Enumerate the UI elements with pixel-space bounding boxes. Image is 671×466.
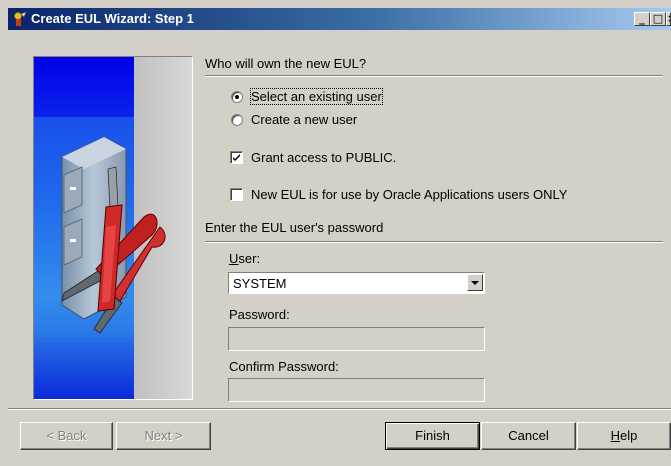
cancel-button[interactable]: Cancel: [481, 422, 576, 450]
oracle-apps-only-checkbox[interactable]: [230, 188, 243, 201]
minimize-button[interactable]: _: [634, 12, 650, 26]
oracle-apps-only-label[interactable]: New EUL is for use by Oracle Application…: [251, 187, 567, 202]
back-button[interactable]: < Back: [20, 422, 113, 450]
user-select[interactable]: SYSTEM: [228, 272, 485, 294]
title-bar[interactable]: Create EUL Wizard: Step 1 _ □ ×: [8, 8, 671, 30]
close-button[interactable]: ×: [666, 12, 671, 26]
grant-public-label[interactable]: Grant access to PUBLIC.: [251, 150, 396, 165]
finish-button[interactable]: Finish: [385, 422, 480, 450]
file-cabinet-tools-illustration: [34, 57, 192, 399]
chevron-down-icon: [471, 281, 479, 285]
check-mark-icon: [233, 154, 240, 161]
password-label: Password:: [229, 307, 290, 322]
password-section-title: Enter the EUL user's password: [205, 220, 384, 235]
owner-section-divider: [205, 75, 663, 77]
button-bar-divider: [8, 408, 671, 410]
create-new-user-radio[interactable]: [231, 114, 243, 126]
radio-selected-dot: [235, 95, 239, 99]
user-select-dropdown-button[interactable]: [467, 274, 483, 291]
wizard-window: Create EUL Wizard: Step 1 _ □ ×: [0, 0, 671, 466]
password-field[interactable]: [228, 327, 485, 351]
confirm-password-label: Confirm Password:: [229, 359, 339, 374]
owner-section-title: Who will own the new EUL?: [205, 56, 367, 71]
wizard-icon: [11, 11, 27, 27]
window-title: Create EUL Wizard: Step 1: [31, 11, 194, 26]
wizard-illustration: [33, 56, 193, 400]
grant-public-checkbox[interactable]: [230, 151, 243, 164]
help-button[interactable]: Help: [577, 422, 671, 450]
select-existing-user-radio[interactable]: [231, 91, 243, 103]
select-existing-user-label[interactable]: Select an existing user: [250, 88, 383, 105]
password-section-divider: [205, 241, 663, 243]
create-new-user-label[interactable]: Create a new user: [251, 112, 357, 127]
user-label: User:: [229, 251, 261, 266]
user-select-value: SYSTEM: [233, 276, 287, 291]
next-button[interactable]: Next >: [116, 422, 211, 450]
confirm-password-field[interactable]: [228, 378, 485, 402]
maximize-button[interactable]: □: [650, 12, 666, 26]
